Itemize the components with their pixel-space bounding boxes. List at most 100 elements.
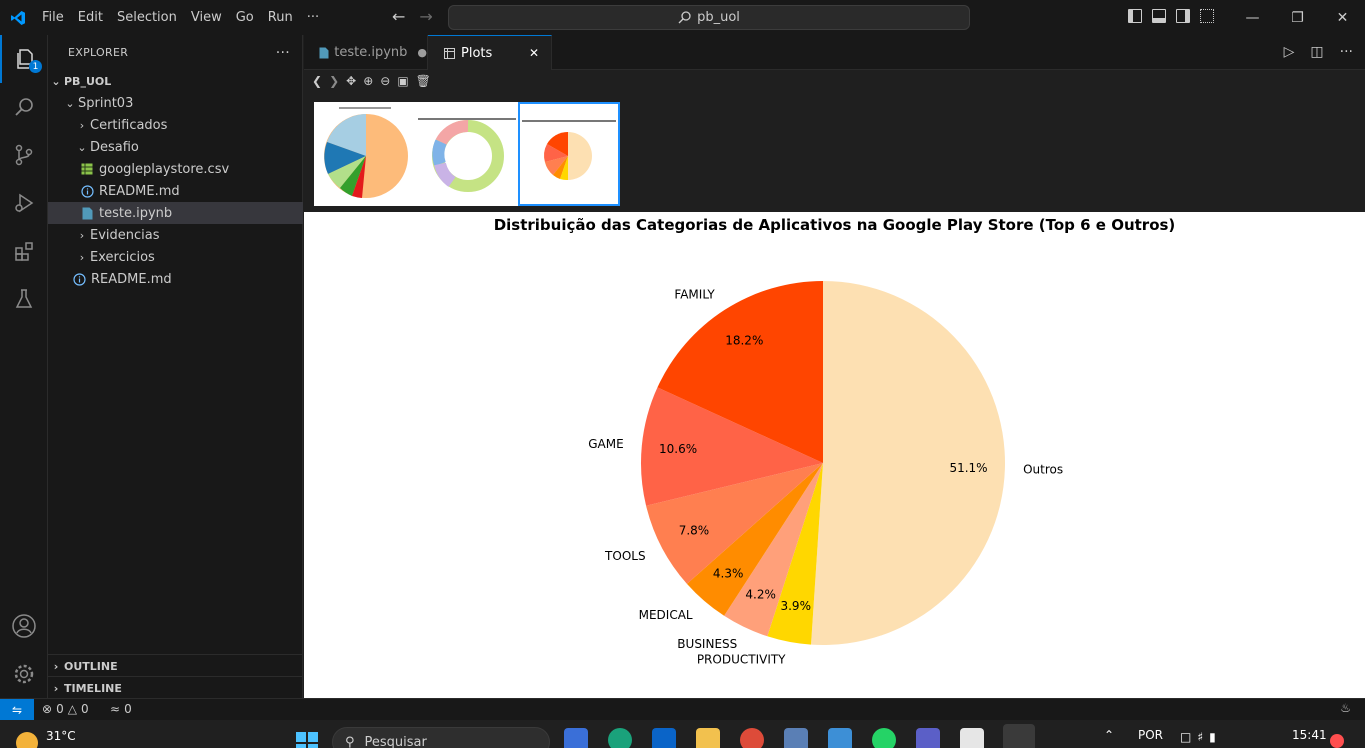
taskbar-search[interactable]: ⚲ Pesquisar bbox=[332, 727, 550, 748]
tab-plots[interactable]: Plots ✕ bbox=[428, 35, 552, 70]
vscode-taskbar-icon[interactable] bbox=[1003, 724, 1035, 748]
tree-item-label: README.md bbox=[99, 183, 180, 199]
teams-app-icon[interactable] bbox=[916, 728, 940, 748]
menu-run[interactable]: Run bbox=[261, 0, 300, 35]
remote-indicator[interactable]: ⇋ bbox=[0, 699, 34, 720]
timeline-section[interactable]: › TIMELINE bbox=[48, 676, 303, 699]
warning-icon: △ bbox=[67, 702, 77, 716]
problems-indicator[interactable]: ⊗ 0 △ 0 bbox=[42, 702, 89, 716]
restore-button[interactable]: ❐ bbox=[1275, 10, 1320, 26]
close-icon[interactable]: ✕ bbox=[529, 46, 539, 60]
chevron-right-icon: › bbox=[79, 118, 85, 132]
chevron-down-icon: ⌄ bbox=[77, 140, 87, 154]
chevron-right-icon: › bbox=[79, 250, 85, 264]
language-indicator[interactable]: POR bbox=[1138, 728, 1163, 742]
split-editor-icon[interactable]: ◫ bbox=[1310, 44, 1323, 60]
info-icon bbox=[72, 272, 86, 286]
status-bar: ⇋ ⊗ 0 △ 0 ≈ 0 ♨ bbox=[0, 698, 1365, 720]
pie-pct-label-medical: 4.3% bbox=[713, 566, 744, 580]
run-icon[interactable]: ▷ bbox=[1284, 44, 1295, 60]
edge-app-icon[interactable] bbox=[608, 728, 632, 748]
tree-item-teste-ipynb[interactable]: teste.ipynb bbox=[48, 202, 303, 224]
menu-selection[interactable]: Selection bbox=[110, 0, 184, 35]
ports-indicator[interactable]: ≈ 0 bbox=[110, 702, 132, 716]
testing-icon[interactable] bbox=[0, 275, 48, 323]
store-app-icon[interactable] bbox=[960, 728, 984, 748]
previous-plot-icon[interactable]: ❮ bbox=[312, 74, 322, 88]
tray-network-volume-battery-icons[interactable]: □♯▮ bbox=[1180, 730, 1222, 744]
minimize-button[interactable]: — bbox=[1230, 10, 1275, 26]
toggle-secondary-sidebar-icon[interactable] bbox=[1176, 9, 1190, 23]
command-center-search[interactable]: pb_uol bbox=[448, 5, 970, 30]
run-debug-icon[interactable] bbox=[0, 179, 48, 227]
tree-item-desafio[interactable]: ⌄ Desafio bbox=[48, 136, 303, 158]
account-icon[interactable] bbox=[0, 602, 48, 650]
info-icon bbox=[80, 184, 94, 198]
outlook-app-icon[interactable] bbox=[652, 728, 676, 748]
next-plot-icon[interactable]: ❯ bbox=[329, 74, 339, 88]
toggle-panel-icon[interactable] bbox=[1152, 9, 1166, 23]
toggle-sidebar-icon[interactable] bbox=[1128, 9, 1142, 23]
pie-pct-label-family: 18.2% bbox=[725, 334, 763, 348]
file-explorer-app-icon[interactable] bbox=[696, 728, 720, 748]
tree-item-label: googleplaystore.csv bbox=[99, 161, 230, 177]
tree-item-evidencias[interactable]: › Evidencias bbox=[48, 224, 303, 246]
plot-thumbnail-2[interactable] bbox=[416, 102, 518, 206]
workspace-root[interactable]: ⌄ PB_UOL bbox=[48, 70, 303, 92]
back-arrow-icon[interactable]: ← bbox=[392, 7, 405, 26]
close-window-button[interactable]: ✕ bbox=[1320, 10, 1365, 26]
source-control-icon[interactable] bbox=[0, 131, 48, 179]
delete-plot-icon[interactable]: 🗑 bbox=[416, 74, 431, 88]
outline-section[interactable]: › OUTLINE bbox=[48, 654, 303, 677]
more-actions-icon[interactable]: ··· bbox=[1340, 44, 1353, 60]
tree-item-certificados[interactable]: › Certificados bbox=[48, 114, 303, 136]
search-icon[interactable] bbox=[0, 83, 48, 131]
notification-icon[interactable] bbox=[1330, 734, 1344, 748]
extensions-icon[interactable] bbox=[0, 227, 48, 275]
search-icon: ⚲ bbox=[345, 734, 355, 748]
chevron-right-icon: › bbox=[53, 659, 59, 673]
calculator-app-icon[interactable] bbox=[784, 728, 808, 748]
tree-item-readme-desafio[interactable]: README.md bbox=[48, 180, 303, 202]
plot-thumbnail-3-selected[interactable] bbox=[518, 102, 620, 206]
tree-item-exercicios[interactable]: › Exercicios bbox=[48, 246, 303, 268]
start-button-icon[interactable] bbox=[296, 732, 318, 748]
menu-view[interactable]: View bbox=[184, 0, 229, 35]
warning-count: 0 bbox=[80, 702, 89, 716]
zoom-out-icon[interactable]: ⊖ bbox=[380, 74, 390, 88]
menu-more[interactable]: ··· bbox=[300, 0, 326, 35]
manage-gear-icon[interactable] bbox=[0, 650, 48, 698]
clock[interactable]: 15:41 bbox=[1292, 728, 1327, 742]
tree-item-sprint03[interactable]: ⌄ Sprint03 bbox=[48, 92, 303, 114]
menu-edit[interactable]: Edit bbox=[71, 0, 110, 35]
zoom-in-icon[interactable]: ⊕ bbox=[363, 74, 373, 88]
tab-teste-ipynb[interactable]: teste.ipynb ● bbox=[304, 35, 428, 70]
save-plot-icon[interactable]: ▣ bbox=[397, 74, 408, 88]
sidebar-more-button[interactable]: ··· bbox=[276, 45, 290, 61]
tree-item-label: Exercicios bbox=[90, 249, 155, 265]
pie-category-label-business: BUSINESS bbox=[677, 637, 737, 651]
menu-file[interactable]: File bbox=[35, 0, 71, 35]
whatsapp-app-icon[interactable] bbox=[872, 728, 896, 748]
remote-desktop-app-icon[interactable] bbox=[564, 728, 588, 748]
pie-category-label-game: GAME bbox=[588, 437, 623, 451]
chrome-app-icon[interactable] bbox=[740, 728, 764, 748]
modified-dot-icon[interactable]: ● bbox=[417, 46, 427, 59]
explorer-icon[interactable]: 1 bbox=[0, 35, 48, 83]
forward-arrow-icon[interactable]: → bbox=[419, 7, 432, 26]
tree-item-googleplaystore-csv[interactable]: googleplaystore.csv bbox=[48, 158, 303, 180]
pan-icon[interactable]: ✥ bbox=[346, 74, 356, 88]
weather-widget[interactable]: 31°C bbox=[16, 726, 76, 748]
menu-go[interactable]: Go bbox=[229, 0, 261, 35]
taskbar-search-placeholder: Pesquisar bbox=[364, 734, 427, 748]
pie-category-label-medical: MEDICAL bbox=[639, 608, 693, 622]
tray-chevron-icon[interactable]: ⌃ bbox=[1104, 728, 1114, 742]
notepad-app-icon[interactable] bbox=[828, 728, 852, 748]
notifications-bell-icon[interactable]: ♨ bbox=[1340, 701, 1351, 715]
customize-layout-icon[interactable] bbox=[1200, 9, 1214, 23]
pie-pct-label-outros: 51.1% bbox=[949, 461, 987, 475]
tree-item-label: Evidencias bbox=[90, 227, 160, 243]
plot-thumbnail-1[interactable] bbox=[314, 102, 416, 206]
editor-tabs: teste.ipynb ● Plots ✕ ▷ ◫ ··· bbox=[304, 35, 1365, 70]
tree-item-readme-root[interactable]: README.md bbox=[48, 268, 303, 290]
